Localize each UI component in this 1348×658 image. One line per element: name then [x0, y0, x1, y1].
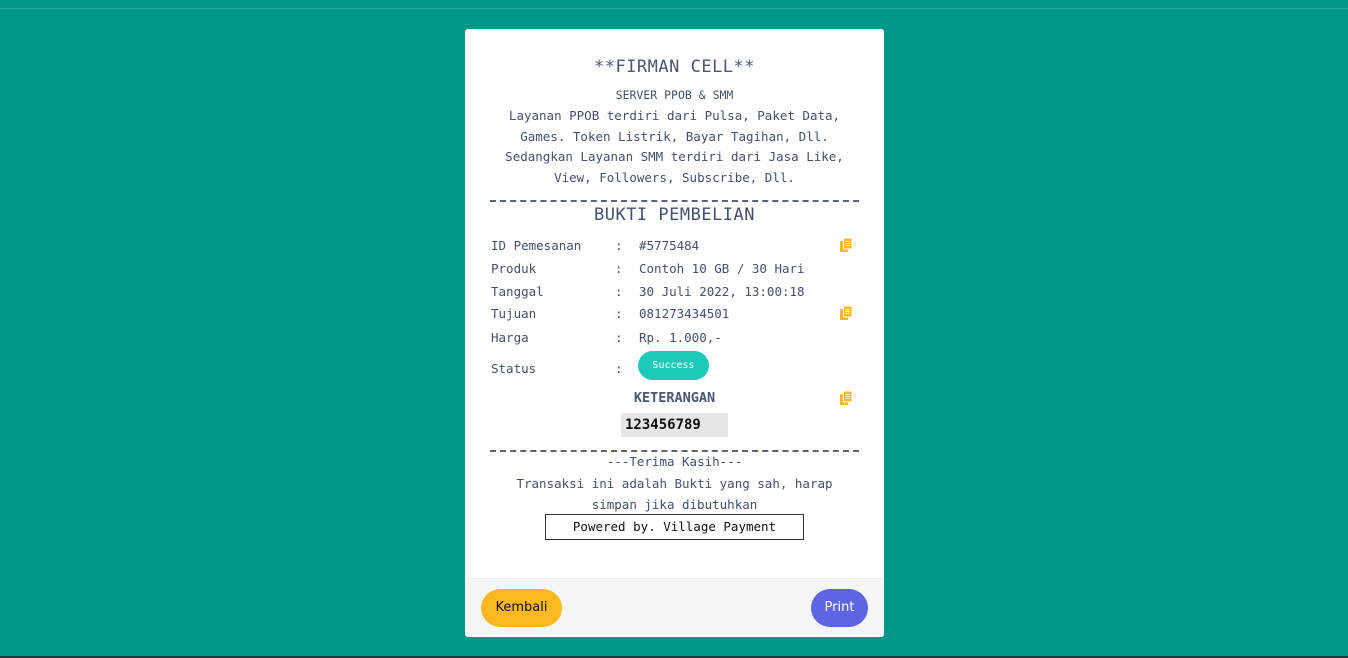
powered-by-box: Powered by. Village Payment [545, 514, 804, 540]
keterangan-value: 123456789 [621, 413, 728, 437]
row-separator: : [615, 330, 623, 345]
copy-icon[interactable] [840, 306, 852, 320]
product-value: Contoh 10 GB / 30 Hari [639, 261, 805, 276]
note-line: simpan jika dibutuhkan [591, 497, 758, 512]
status-badge: Success [638, 351, 709, 380]
row-label: Status [491, 361, 537, 376]
row-label: Tanggal [491, 284, 544, 299]
dashed-divider [490, 450, 859, 452]
keterangan-title: KETERANGAN [633, 390, 716, 406]
row-separator: : [615, 306, 623, 321]
row-separator: : [615, 261, 623, 276]
store-description: Layanan PPOB terdiri dari Pulsa, Paket D… [490, 106, 859, 188]
row-destination: Tujuan : 081273434501 [491, 304, 859, 324]
row-product: Produk : Contoh 10 GB / 30 Hari [491, 259, 859, 279]
print-button[interactable]: Print [811, 589, 868, 627]
price-value: Rp. 1.000,- [639, 330, 722, 345]
copy-icon[interactable] [840, 391, 852, 405]
receipt-title: BUKTI PEMBELIAN [593, 205, 756, 225]
row-price: Harga : Rp. 1.000,- [491, 328, 859, 348]
row-separator: : [615, 238, 623, 253]
description-line: Layanan PPOB terdiri dari Pulsa, Paket D… [508, 108, 841, 123]
destination-value: 081273434501 [639, 306, 730, 321]
row-label: Harga [491, 330, 529, 345]
row-label: Tujuan [491, 306, 537, 321]
top-border [0, 8, 1348, 9]
description-line: Games. Token Listrik, Bayar Tagihan, Dll… [520, 128, 829, 144]
order-id-value: #5775484 [639, 238, 700, 253]
row-label: Produk [491, 261, 537, 276]
receipt-card: **FIRMAN CELL** SERVER PPOB & SMM Layana… [465, 29, 884, 637]
store-name: **FIRMAN CELL** [593, 57, 756, 77]
description-line: View, Followers, Subscribe, Dll. [554, 169, 795, 185]
note-line: Transaksi ini adalah Bukti yang sah, har… [516, 476, 833, 491]
back-button[interactable]: Kembali [481, 589, 562, 627]
row-label: ID Pemesanan [491, 238, 582, 253]
card-footer: Kembali Print [465, 578, 884, 637]
date-value: 30 Juli 2022, 13:00:18 [639, 284, 805, 299]
validity-note: Transaksi ini adalah Bukti yang sah, har… [500, 473, 849, 515]
row-separator: : [615, 284, 623, 299]
row-date: Tanggal : 30 Juli 2022, 13:00:18 [491, 282, 859, 302]
row-order-id: ID Pemesanan : #5775484 [491, 236, 859, 256]
copy-icon[interactable] [840, 238, 852, 252]
row-separator: : [615, 361, 623, 376]
description-line: Sedangkan Layanan SMM terdiri dari Jasa … [505, 149, 844, 164]
dashed-divider [490, 200, 859, 202]
thanks-text: ---Terima Kasih--- [606, 454, 743, 469]
server-label: SERVER PPOB & SMM [615, 88, 734, 102]
